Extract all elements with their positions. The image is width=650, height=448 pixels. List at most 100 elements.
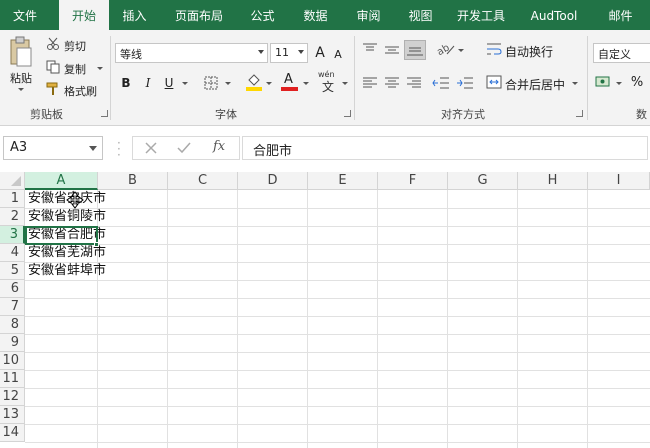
borders-icon[interactable]: [204, 76, 218, 93]
column-header-b[interactable]: B: [98, 172, 168, 190]
group-separator: [354, 36, 355, 120]
underline-button[interactable]: U: [162, 73, 176, 93]
row-header-4[interactable]: 4: [0, 244, 25, 262]
worksheet-grid[interactable]: A B C D E F G H I 1 2 3 4 5 6 7 8 9 10 1…: [0, 172, 650, 448]
merge-center-button[interactable]: 合并后居中: [505, 76, 565, 93]
column-header-h[interactable]: H: [518, 172, 588, 190]
phonetic-guide-icon[interactable]: wén 文: [318, 70, 340, 94]
accounting-format-icon[interactable]: [595, 74, 611, 93]
scissors-icon[interactable]: [46, 37, 60, 54]
align-left-icon[interactable]: [362, 76, 378, 93]
tab-audtool[interactable]: AudTool: [524, 0, 584, 30]
formula-bar: A3 · · · fx 合肥市: [0, 126, 650, 172]
gridline: [587, 190, 588, 448]
column-header-a[interactable]: A: [25, 172, 98, 190]
percent-style-button[interactable]: %: [628, 73, 646, 93]
row-header-8[interactable]: 8: [0, 316, 25, 334]
enter-check-icon[interactable]: [177, 142, 191, 157]
tab-view[interactable]: 视图: [398, 0, 443, 30]
fill-color-icon[interactable]: [245, 72, 263, 95]
name-box[interactable]: A3: [3, 136, 103, 160]
select-all-corner[interactable]: [0, 172, 25, 190]
insert-function-icon[interactable]: fx: [213, 139, 225, 154]
row-header-12[interactable]: 12: [0, 388, 25, 406]
increase-indent-icon[interactable]: [456, 76, 474, 93]
tab-file[interactable]: 文件: [0, 0, 50, 30]
row-header-1[interactable]: 1: [0, 190, 25, 208]
copy-dropdown-caret[interactable]: [97, 67, 103, 70]
align-top-icon[interactable]: [362, 42, 378, 59]
accounting-dropdown-caret[interactable]: [616, 82, 622, 85]
grow-font-button[interactable]: A: [312, 43, 328, 63]
row-header-2[interactable]: 2: [0, 208, 25, 226]
paste-dropdown-caret[interactable]: [18, 88, 24, 91]
row-header-13[interactable]: 13: [0, 406, 25, 424]
number-format-select[interactable]: 自定义: [593, 43, 650, 63]
gridline: [25, 442, 650, 443]
tab-review[interactable]: 审阅: [346, 0, 391, 30]
italic-button[interactable]: I: [141, 73, 155, 93]
align-center-icon[interactable]: [384, 76, 400, 93]
cut-button[interactable]: 剪切: [64, 38, 86, 54]
column-header-e[interactable]: E: [308, 172, 378, 190]
font-color-icon[interactable]: A: [281, 72, 299, 92]
align-bottom-icon[interactable]: [404, 40, 426, 60]
wrap-text-icon[interactable]: [486, 42, 502, 59]
font-name-value: 等线: [120, 48, 142, 61]
fill-color-dropdown-caret[interactable]: [266, 82, 272, 85]
orientation-dropdown-caret[interactable]: [458, 49, 464, 52]
alignment-dialog-launcher-icon[interactable]: [576, 110, 583, 117]
align-middle-icon[interactable]: [384, 42, 400, 59]
merge-center-icon[interactable]: [486, 75, 502, 92]
cancel-icon[interactable]: [145, 142, 157, 157]
tab-home[interactable]: 开始: [59, 0, 109, 31]
row-header-5[interactable]: 5: [0, 262, 25, 280]
chevron-down-icon[interactable]: [89, 146, 97, 151]
column-header-c[interactable]: C: [168, 172, 238, 190]
tab-page-layout[interactable]: 页面布局: [165, 0, 233, 30]
copy-icon[interactable]: [46, 60, 60, 77]
row-header-6[interactable]: 6: [0, 280, 25, 298]
font-color-dropdown-caret[interactable]: [303, 82, 309, 85]
font-dialog-launcher-icon[interactable]: [344, 110, 351, 117]
copy-button[interactable]: 复制: [64, 61, 86, 77]
font-size-select[interactable]: 11: [270, 43, 308, 63]
phonetic-dropdown-caret[interactable]: [342, 82, 348, 85]
group-separator: [110, 36, 111, 120]
orientation-icon[interactable]: ab: [435, 42, 455, 59]
paste-icon[interactable]: [8, 36, 34, 70]
column-header-i[interactable]: I: [588, 172, 650, 190]
tab-insert[interactable]: 插入: [112, 0, 157, 30]
format-painter-icon[interactable]: [46, 82, 60, 99]
row-header-11[interactable]: 11: [0, 370, 25, 388]
clipboard-group-label: 剪贴板: [30, 108, 63, 121]
shrink-font-button[interactable]: A: [331, 45, 345, 65]
row-header-7[interactable]: 7: [0, 298, 25, 316]
font-name-select[interactable]: 等线: [115, 43, 268, 63]
wrap-text-button[interactable]: 自动换行: [505, 43, 553, 60]
decrease-indent-icon[interactable]: [432, 76, 450, 93]
bold-button[interactable]: B: [119, 73, 133, 93]
clipboard-dialog-launcher-icon[interactable]: [101, 110, 108, 117]
row-header-3[interactable]: 3: [0, 226, 25, 244]
tab-data[interactable]: 数据: [293, 0, 338, 30]
tab-developer[interactable]: 开发工具: [450, 0, 512, 30]
row-header-14[interactable]: 14: [0, 424, 25, 442]
format-painter-button[interactable]: 格式刷: [64, 83, 97, 99]
column-header-f[interactable]: F: [378, 172, 448, 190]
paste-label[interactable]: 粘贴: [10, 70, 32, 86]
row-header-9[interactable]: 9: [0, 334, 25, 352]
align-right-icon[interactable]: [406, 76, 422, 93]
active-cell-selection[interactable]: [25, 226, 98, 245]
row-header-10[interactable]: 10: [0, 352, 25, 370]
column-header-d[interactable]: D: [238, 172, 308, 190]
underline-dropdown-caret[interactable]: [182, 82, 188, 85]
borders-dropdown-caret[interactable]: [225, 82, 231, 85]
cell-a5[interactable]: 安徽省蚌埠市: [28, 262, 106, 280]
merge-dropdown-caret[interactable]: [572, 82, 578, 85]
tab-mailings[interactable]: 邮件: [598, 0, 643, 30]
tab-formulas[interactable]: 公式: [240, 0, 285, 30]
fill-handle[interactable]: [94, 242, 99, 247]
column-header-g[interactable]: G: [448, 172, 518, 190]
formula-input[interactable]: 合肥市: [242, 136, 648, 160]
